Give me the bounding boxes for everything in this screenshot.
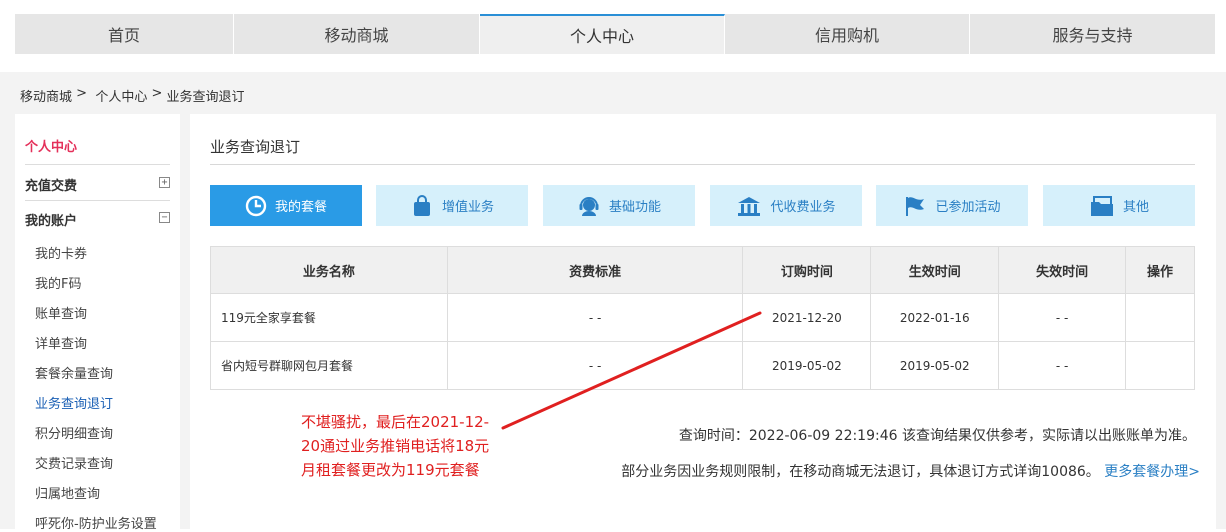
sidebar-title[interactable]: 个人中心 [25,136,77,155]
table-header-row: 业务名称 资费标准 订购时间 生效时间 失效时间 操作 [210,246,1195,294]
cell-effective-date: 2019-05-02 [870,341,1000,390]
cell-effective-date: 2022-01-16 [870,293,1000,342]
table-row: 省内短号群聊网包月套餐 - - 2019-05-02 2019-05-02 - … [210,341,1195,390]
pie-clock-icon [245,195,267,216]
category-value-added[interactable]: 增值业务 [376,185,528,226]
top-nav: 首页 移动商城 个人中心 信用购机 服务与支持 [15,14,1215,54]
unsubscribe-note: 部分业务因业务规则限制，在移动商城无法退订，具体退订方式详询10086。 更多套… [621,461,1200,481]
nav-tab-service-support[interactable]: 服务与支持 [970,14,1215,54]
column-header: 失效时间 [998,246,1127,294]
cell-expiry-date: - - [998,341,1127,390]
red-annotation-text: 不堪骚扰，最后在2021-12-20通过业务推销电话将18元月租套餐更改为119… [301,413,490,479]
category-joined-activities[interactable]: 已参加活动 [876,185,1028,226]
column-header: 操作 [1125,246,1195,294]
sidebar-item-payment-records[interactable]: 交费记录查询 [35,453,113,472]
nav-tab-personal-center[interactable]: 个人中心 [480,14,725,54]
sidebar-item-bill-query[interactable]: 账单查询 [35,303,87,322]
sidebar-section-my-account[interactable]: 我的账户 [25,210,77,229]
sidebar-item-harassment-protection[interactable]: 呼死你-防护业务设置 [35,513,157,532]
sidebar-item-location-query[interactable]: 归属地查询 [35,483,100,502]
table-row: 119元全家享套餐 - - 2021-12-20 2022-01-16 - - [210,293,1195,342]
headset-agent-icon [579,196,599,216]
category-label: 已参加活动 [935,200,1001,215]
cell-tariff: - - [446,293,744,342]
query-time-label: 查询时间： [678,428,749,444]
column-header: 资费标准 [446,246,744,294]
query-time-value: 2022-06-09 22:19:46 [748,428,898,444]
cell-action[interactable] [1125,341,1195,390]
sidebar-item-plan-balance[interactable]: 套餐余量查询 [35,363,113,382]
cell-tariff: - - [446,341,744,390]
divider [25,200,170,201]
nav-tab-credit-phone[interactable]: 信用购机 [725,14,970,54]
sidebar-item-points-detail[interactable]: 积分明细查询 [35,423,113,442]
breadcrumb: 移动商城 > 个人中心 > 业务查询退订 [20,86,245,105]
nav-tab-mall[interactable]: 移动商城 [234,14,480,54]
category-basic-functions[interactable]: 基础功能 [543,185,695,226]
category-my-plan[interactable]: 我的套餐 [210,185,362,226]
breadcrumb-separator: > [151,86,163,101]
sidebar-item-my-coupons[interactable]: 我的卡券 [35,243,87,262]
sidebar-section-recharge[interactable]: 充值交费 [25,175,77,194]
expand-icon[interactable]: + [159,177,170,188]
more-plans-link[interactable]: 更多套餐办理> [1104,464,1200,480]
cell-action[interactable] [1125,293,1195,342]
divider [210,164,1195,165]
shopping-bag-icon [413,194,430,216]
business-table: 业务名称 资费标准 订购时间 生效时间 失效时间 操作 119元全家享套餐 - … [210,246,1195,390]
unsubscribe-note-text: 部分业务因业务规则限制，在移动商城无法退订，具体退订方式详询10086。 [621,464,1100,480]
column-header: 业务名称 [210,246,448,294]
category-label: 我的套餐 [274,200,327,215]
column-header: 生效时间 [870,246,1000,294]
category-label: 代收费业务 [770,200,836,215]
collapse-icon[interactable]: − [159,212,170,223]
category-other[interactable]: 其他 [1043,185,1195,226]
divider [25,164,170,165]
folder-card-icon [1090,195,1113,216]
breadcrumb-link-personal-center[interactable]: 个人中心 [95,86,147,105]
cell-expiry-date: - - [998,293,1127,342]
sidebar: 个人中心 充值交费 + 我的账户 − 我的卡券 我的F码 账单查询 详单查询 套… [15,114,180,532]
cell-business-name: 119元全家享套餐 [210,293,448,342]
category-label: 基础功能 [608,200,661,215]
flag-icon [906,196,925,216]
sidebar-item-my-f-code[interactable]: 我的F码 [35,273,81,292]
nav-tab-home[interactable]: 首页 [15,14,234,54]
category-label: 其他 [1122,200,1149,215]
sidebar-item-business-query[interactable]: 业务查询退订 [35,393,113,412]
bank-building-icon [738,196,761,216]
main-panel: 业务查询退订 我的套餐 增值业务 基础功能 代收费业务 已参加活动 其他 业务名… [190,114,1216,529]
sidebar-item-detail-query[interactable]: 详单查询 [35,333,87,352]
category-label: 增值业务 [441,200,494,215]
breadcrumb-link-mall[interactable]: 移动商城 [20,86,72,105]
query-time-line: 查询时间：2022-06-09 22:19:46 该查询结果仅供参考，实际请以出… [679,425,1196,445]
query-disclaimer: 该查询结果仅供参考，实际请以出账账单为准。 [902,428,1196,444]
breadcrumb-separator: > [76,86,88,101]
category-collection-fees[interactable]: 代收费业务 [710,185,862,226]
cell-business-name: 省内短号群聊网包月套餐 [210,341,448,390]
cell-order-date: 2021-12-20 [742,293,872,342]
breadcrumb-current: 业务查询退订 [166,90,245,105]
column-header: 订购时间 [742,246,872,294]
page-title: 业务查询退订 [210,138,301,156]
cell-order-date: 2019-05-02 [742,341,872,390]
